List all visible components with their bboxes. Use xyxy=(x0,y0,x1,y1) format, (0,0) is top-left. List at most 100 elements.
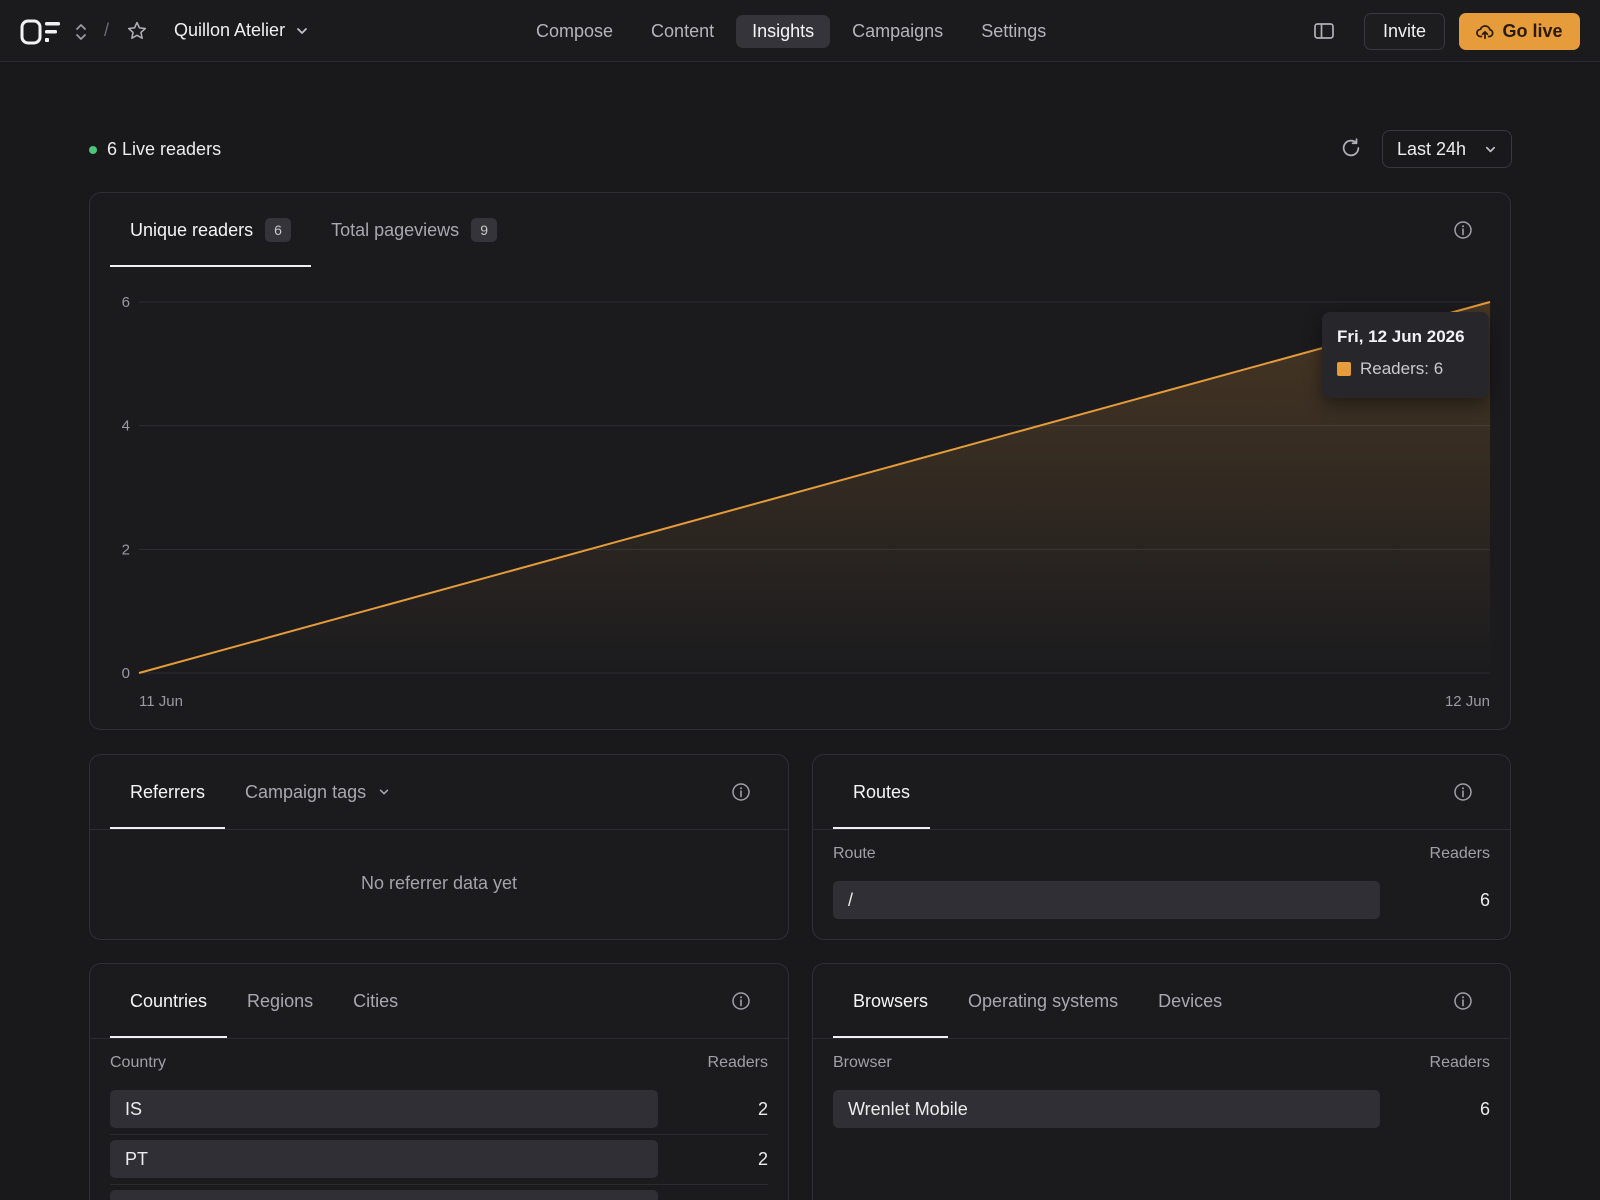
time-range-label: Last 24h xyxy=(1397,138,1467,159)
row-label: Wrenlet Mobile xyxy=(848,1099,968,1119)
nav-campaigns[interactable]: Campaigns xyxy=(836,15,959,48)
nav-insights[interactable]: Insights xyxy=(736,15,831,48)
x-tick-label: 11 Jun xyxy=(139,693,183,710)
series-swatch xyxy=(1337,362,1351,376)
readers-chart-card: Unique readers 6 Total pageviews 9 02461… xyxy=(89,192,1511,730)
referrers-card: Referrers Campaign tags No referrer data… xyxy=(89,754,789,940)
y-tick-label: 0 xyxy=(122,665,130,682)
row-bar xyxy=(110,1190,658,1200)
row-divider xyxy=(110,1184,768,1185)
chart-tooltip: Fri, 12 Jun 2026 Readers: 6 xyxy=(1322,312,1489,398)
top-bar: / Quillon Atelier Compose Content Insigh… xyxy=(0,0,1600,62)
tab-browsers[interactable]: Browsers xyxy=(833,964,949,1038)
tab-countries[interactable]: Countries xyxy=(110,964,228,1038)
column-header-readers: Readers xyxy=(1429,845,1490,862)
star-icon[interactable] xyxy=(126,20,148,42)
tab-label: Browsers xyxy=(853,991,929,1011)
y-tick-label: 4 xyxy=(122,418,130,435)
tooltip-date: Fri, 12 Jun 2026 xyxy=(1337,327,1465,346)
empty-state-message: No referrer data yet xyxy=(360,873,518,893)
app-logo-icon[interactable] xyxy=(20,19,62,45)
table-row-partial[interactable] xyxy=(110,1190,768,1200)
tab-campaign-tags[interactable]: Campaign tags xyxy=(225,755,410,829)
table-row[interactable]: PT 2 xyxy=(110,1140,768,1178)
y-tick-label: 6 xyxy=(122,294,130,311)
row-bar xyxy=(110,1140,658,1178)
tabs-divider xyxy=(813,829,1510,830)
info-icon[interactable] xyxy=(731,782,751,802)
go-live-button[interactable]: Go live xyxy=(1459,13,1580,50)
tabs-divider xyxy=(90,829,788,830)
tab-devices[interactable]: Devices xyxy=(1138,964,1242,1038)
org-name: Quillon Atelier xyxy=(174,20,286,40)
cloud-upload-icon xyxy=(1476,24,1494,39)
table-row[interactable]: IS 2 xyxy=(110,1090,768,1128)
row-bar xyxy=(110,1090,658,1128)
tab-label: Operating systems xyxy=(968,991,1119,1011)
y-tick-label: 2 xyxy=(122,541,130,558)
go-live-label: Go live xyxy=(1502,21,1563,41)
geo-card: Countries Regions Cities Country Readers… xyxy=(89,963,789,1200)
x-tick-label: 12 Jun xyxy=(1445,693,1490,710)
info-icon[interactable] xyxy=(1453,782,1473,802)
sidebar-toggle-icon[interactable] xyxy=(1313,21,1335,41)
nav-settings[interactable]: Settings xyxy=(965,15,1062,48)
column-header-route: Route xyxy=(833,845,876,862)
live-status-dot xyxy=(89,145,97,154)
tech-card: Browsers Operating systems Devices Brows… xyxy=(812,963,1511,1200)
tab-referrers[interactable]: Referrers xyxy=(110,755,226,829)
tab-label: Referrers xyxy=(130,782,206,802)
chevron-down-icon xyxy=(1485,146,1496,152)
readers-area-chart: 0 2 4 6 11 Jun 12 Jun xyxy=(122,294,1491,710)
tab-label: Campaign tags xyxy=(245,782,367,802)
row-value: 6 xyxy=(1479,1099,1490,1119)
row-bar xyxy=(833,881,1380,919)
column-header-country: Country xyxy=(110,1054,167,1071)
tab-label: Countries xyxy=(130,991,208,1011)
routes-tabs: Routes xyxy=(833,755,931,829)
chevron-down-icon xyxy=(297,27,307,34)
tab-routes[interactable]: Routes xyxy=(833,755,931,829)
row-label: PT xyxy=(125,1149,149,1169)
row-divider xyxy=(110,1134,768,1135)
tooltip-series-row: Readers: 6 xyxy=(1337,359,1474,379)
tooltip-series-value: Readers: 6 xyxy=(1360,359,1444,378)
org-selector[interactable]: Quillon Atelier xyxy=(174,20,309,41)
tab-label: Regions xyxy=(247,991,314,1011)
refresh-icon[interactable] xyxy=(1340,137,1362,159)
referrers-tabs: Referrers Campaign tags xyxy=(110,755,410,829)
table-row[interactable]: / 6 xyxy=(833,881,1490,919)
info-icon[interactable] xyxy=(1453,991,1473,1011)
tab-label: Devices xyxy=(1158,991,1223,1011)
tab-operating-systems[interactable]: Operating systems xyxy=(948,964,1138,1038)
column-header-browser: Browser xyxy=(833,1054,892,1071)
row-value: 2 xyxy=(757,1099,768,1119)
row-value: 6 xyxy=(1479,890,1490,910)
row-value: 2 xyxy=(757,1149,768,1169)
tab-label: Routes xyxy=(853,782,911,802)
tab-regions[interactable]: Regions xyxy=(227,964,333,1038)
row-label: IS xyxy=(125,1099,143,1119)
nav-content[interactable]: Content xyxy=(635,15,730,48)
main-nav: Compose Content Insights Campaigns Setti… xyxy=(520,15,1062,48)
tabs-divider xyxy=(90,1038,788,1039)
info-icon[interactable] xyxy=(731,991,751,1011)
routes-card: Routes Route Readers / 6 xyxy=(812,754,1511,940)
table-row[interactable]: Wrenlet Mobile 6 xyxy=(833,1090,1490,1128)
time-range-select[interactable]: Last 24h xyxy=(1382,130,1512,168)
column-header-readers: Readers xyxy=(1429,1054,1490,1071)
tab-cities[interactable]: Cities xyxy=(333,964,418,1038)
tech-tabs: Browsers Operating systems Devices xyxy=(833,964,1242,1038)
live-readers-label: 6 Live readers xyxy=(107,139,222,159)
tab-label: Cities xyxy=(353,991,399,1011)
nav-compose[interactable]: Compose xyxy=(520,15,629,48)
column-header-readers: Readers xyxy=(707,1054,768,1071)
project-switcher-icon[interactable] xyxy=(72,22,90,42)
chevron-down-icon xyxy=(379,789,389,795)
row-label: / xyxy=(848,890,854,910)
geo-tabs: Countries Regions Cities xyxy=(110,964,418,1038)
tabs-divider xyxy=(813,1038,1510,1039)
breadcrumb-separator: / xyxy=(104,20,110,40)
invite-button[interactable]: Invite xyxy=(1364,13,1445,50)
live-readers: 6 Live readers xyxy=(89,139,221,160)
